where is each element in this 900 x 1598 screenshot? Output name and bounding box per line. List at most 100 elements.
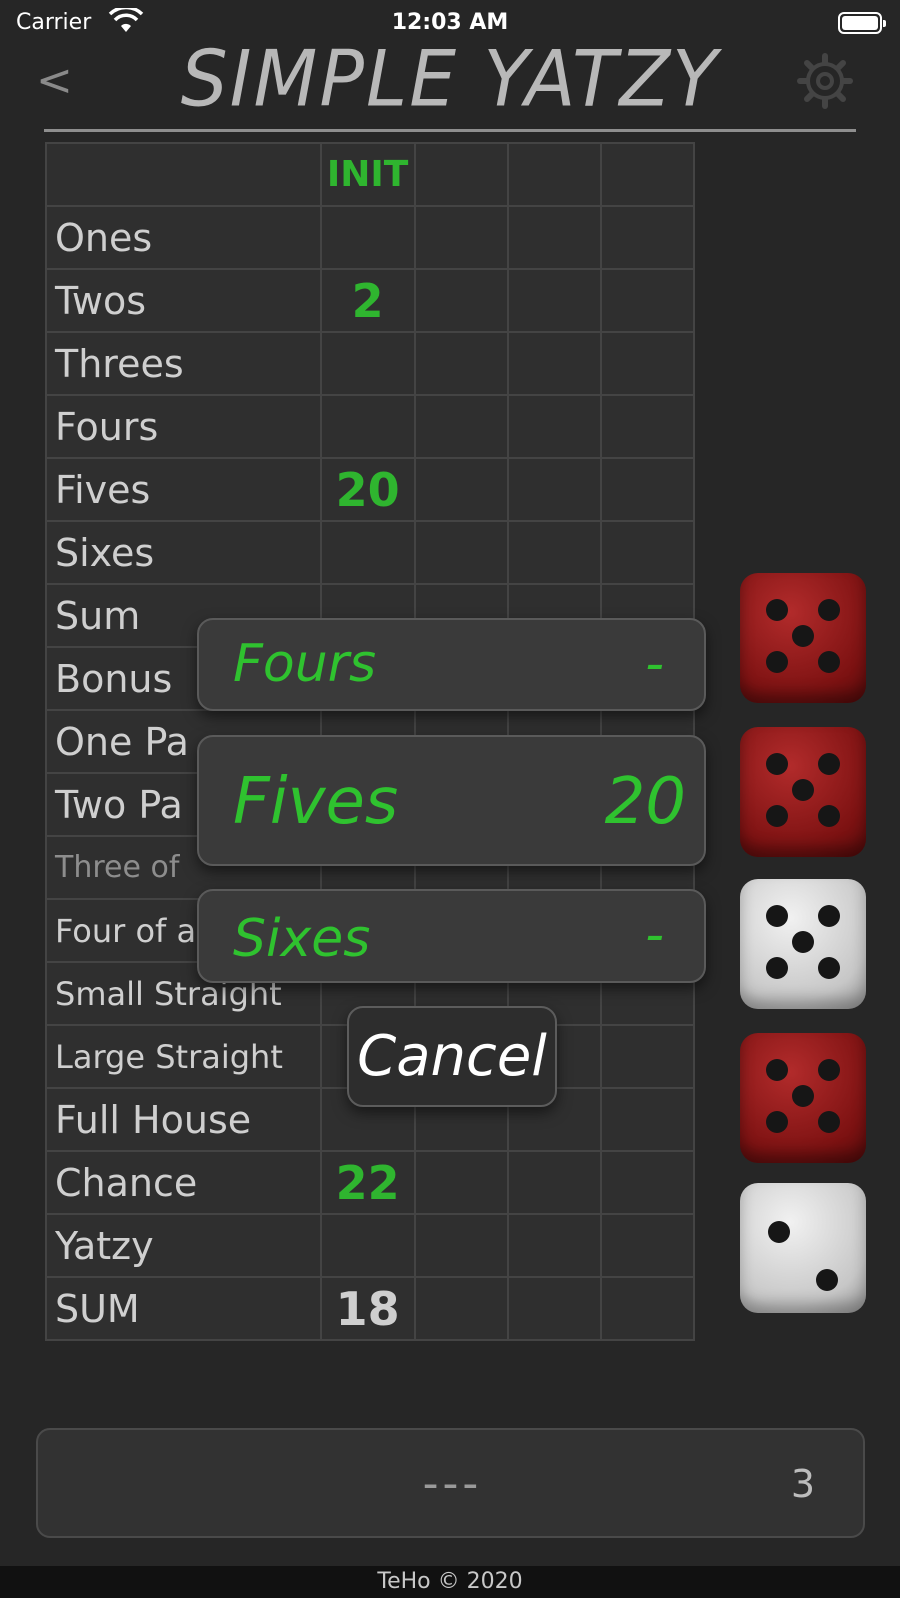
score-cell[interactable]	[506, 520, 602, 585]
app-title: SIMPLE YATZY	[180, 33, 720, 125]
score-cell[interactable]: 18	[319, 1276, 416, 1341]
table-row: SUM 18	[45, 1276, 696, 1341]
popup-option-sixes[interactable]: Sixes -	[197, 889, 706, 983]
die-3[interactable]	[740, 879, 866, 1009]
score-cell[interactable]	[413, 1213, 509, 1278]
footer-copyright: TeHo © 2020	[0, 1566, 900, 1598]
row-label: Ones	[45, 205, 322, 270]
popup-option-name: Fours	[233, 634, 377, 694]
score-cell[interactable]	[413, 331, 509, 396]
row-label: Fives	[45, 457, 322, 522]
score-cell[interactable]	[413, 1276, 509, 1341]
die-5[interactable]	[740, 1183, 866, 1313]
score-cell[interactable]: 2	[319, 268, 416, 333]
table-row: Yatzy	[45, 1213, 696, 1278]
row-label: Sixes	[45, 520, 322, 585]
score-cell[interactable]	[319, 205, 416, 270]
die-pip	[766, 1111, 788, 1133]
popup-option-value: -	[645, 905, 664, 965]
column-header-3	[506, 142, 602, 207]
score-cell[interactable]	[413, 1150, 509, 1215]
battery-icon	[838, 12, 886, 34]
die-pip	[818, 651, 840, 673]
cancel-button[interactable]: Cancel	[347, 1006, 557, 1107]
row-label: Yatzy	[45, 1213, 322, 1278]
die-pip	[766, 905, 788, 927]
table-row: Sixes	[45, 520, 696, 585]
table-header-row: INIT	[45, 142, 696, 207]
score-cell[interactable]	[599, 268, 696, 333]
score-cell[interactable]: 22	[319, 1150, 416, 1215]
table-row: Twos 2	[45, 268, 696, 333]
row-label: Threes	[45, 331, 322, 396]
score-cell[interactable]	[319, 520, 416, 585]
score-cell[interactable]	[413, 520, 509, 585]
die-pip	[792, 931, 814, 953]
die-pip	[766, 805, 788, 827]
die-pip	[818, 905, 840, 927]
row-label: Twos	[45, 268, 322, 333]
roll-button[interactable]: --- 3	[36, 1428, 865, 1538]
score-cell[interactable]	[599, 457, 696, 522]
die-pip	[818, 805, 840, 827]
die-pip	[766, 1059, 788, 1081]
score-cell[interactable]	[599, 1087, 696, 1152]
die-pip	[766, 753, 788, 775]
score-cell[interactable]	[599, 394, 696, 459]
header-empty-cell	[45, 142, 322, 207]
score-cell[interactable]	[319, 1213, 416, 1278]
score-cell[interactable]	[413, 268, 509, 333]
popup-option-name: Sixes	[233, 909, 371, 969]
score-cell[interactable]	[506, 268, 602, 333]
row-label: Large Straight	[45, 1024, 322, 1089]
popup-option-name: Fives	[233, 765, 399, 839]
row-label: Full House	[45, 1087, 322, 1152]
score-cell[interactable]	[599, 520, 696, 585]
popup-option-fours[interactable]: Fours -	[197, 618, 706, 711]
score-cell[interactable]	[319, 331, 416, 396]
die-pip	[766, 599, 788, 621]
score-cell[interactable]	[413, 457, 509, 522]
table-row: Ones	[45, 205, 696, 270]
score-cell[interactable]	[506, 394, 602, 459]
die-pip	[792, 1085, 814, 1107]
score-cell[interactable]	[599, 205, 696, 270]
die-pip	[818, 1059, 840, 1081]
die-pip	[766, 651, 788, 673]
popup-option-fives[interactable]: Fives 20	[197, 735, 706, 866]
score-cell[interactable]	[319, 394, 416, 459]
score-cell[interactable]	[599, 1213, 696, 1278]
column-header-4	[599, 142, 696, 207]
die-1[interactable]	[740, 573, 866, 703]
score-cell[interactable]	[413, 394, 509, 459]
die-2[interactable]	[740, 727, 866, 857]
score-cell[interactable]	[506, 331, 602, 396]
die-pip	[792, 625, 814, 647]
clock: 12:03 AM	[391, 10, 509, 35]
score-cell[interactable]	[506, 457, 602, 522]
die-pip	[818, 753, 840, 775]
score-cell[interactable]	[599, 1024, 696, 1089]
die-pip	[768, 1221, 790, 1243]
score-cell[interactable]	[599, 331, 696, 396]
score-cell[interactable]	[506, 1213, 602, 1278]
roll-label: ---	[422, 1458, 483, 1509]
die-pip	[766, 957, 788, 979]
rolls-left-count: 3	[790, 1462, 815, 1506]
score-cell[interactable]	[413, 205, 509, 270]
row-label: Fours	[45, 394, 322, 459]
gear-icon[interactable]	[796, 52, 854, 110]
score-cell[interactable]	[599, 1276, 696, 1341]
column-header-init: INIT	[319, 142, 416, 207]
title-divider	[44, 129, 856, 132]
score-cell[interactable]	[506, 1276, 602, 1341]
die-4[interactable]	[740, 1033, 866, 1163]
popup-option-value: 20	[604, 765, 686, 839]
row-label: SUM	[45, 1276, 322, 1341]
score-cell[interactable]	[506, 205, 602, 270]
score-cell[interactable]	[599, 1150, 696, 1215]
score-cell[interactable]: 20	[319, 457, 416, 522]
table-row: Fours	[45, 394, 696, 459]
score-cell[interactable]	[506, 1150, 602, 1215]
row-label: Chance	[45, 1150, 322, 1215]
